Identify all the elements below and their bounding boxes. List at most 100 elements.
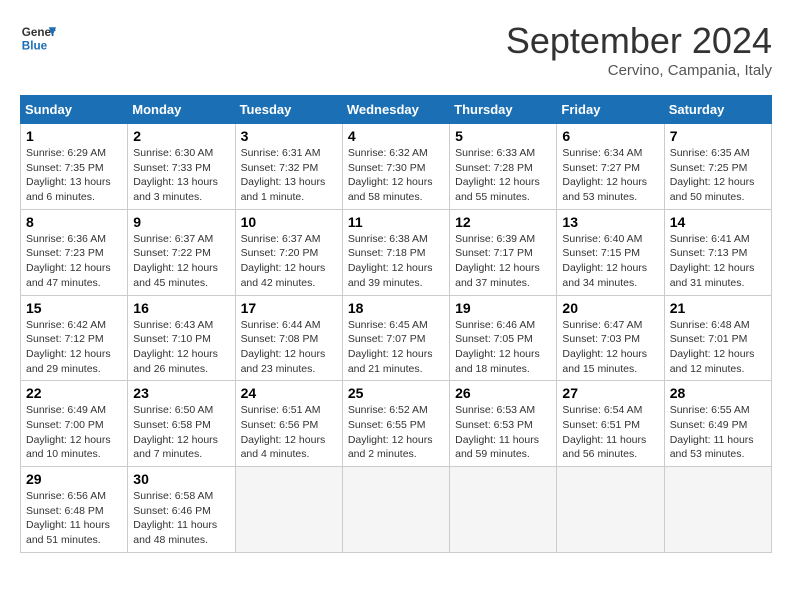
- svg-text:Blue: Blue: [22, 40, 48, 53]
- weekday-header-tuesday: Tuesday: [235, 96, 342, 124]
- day-info: Sunrise: 6:42 AMSunset: 7:12 PMDaylight:…: [26, 318, 122, 377]
- day-number: 5: [455, 128, 551, 144]
- day-info: Sunrise: 6:40 AMSunset: 7:15 PMDaylight:…: [562, 232, 658, 291]
- week-row-3: 15 Sunrise: 6:42 AMSunset: 7:12 PMDayligh…: [21, 295, 772, 381]
- day-number: 15: [26, 300, 122, 316]
- empty-cell: [557, 467, 664, 553]
- day-cell-10: 10Sunrise: 6:37 AMSunset: 7:20 PMDayligh…: [235, 209, 342, 295]
- day-cell-29: 29 Sunrise: 6:56 AMSunset: 6:48 PMDayligh…: [21, 467, 128, 553]
- day-cell-14: 14Sunrise: 6:41 AMSunset: 7:13 PMDayligh…: [664, 209, 771, 295]
- day-info: Sunrise: 6:55 AMSunset: 6:49 PMDaylight:…: [670, 403, 766, 462]
- page-header: General Blue September 2024 Cervino, Cam…: [20, 20, 772, 79]
- day-number: 29: [26, 471, 122, 487]
- week-row-5: 29 Sunrise: 6:56 AMSunset: 6:48 PMDayligh…: [21, 467, 772, 553]
- day-info: Sunrise: 6:53 AMSunset: 6:53 PMDaylight:…: [455, 403, 551, 462]
- day-info: Sunrise: 6:36 AMSunset: 7:23 PMDaylight:…: [26, 232, 122, 291]
- day-number: 19: [455, 300, 551, 316]
- day-info: Sunrise: 6:50 AMSunset: 6:58 PMDaylight:…: [133, 403, 229, 462]
- logo: General Blue: [20, 20, 56, 56]
- day-number: 4: [348, 128, 444, 144]
- day-number: 9: [133, 214, 229, 230]
- month-title: September 2024: [506, 20, 772, 62]
- day-cell-30: 30Sunrise: 6:58 AMSunset: 6:46 PMDayligh…: [128, 467, 235, 553]
- week-row-4: 22 Sunrise: 6:49 AMSunset: 7:00 PMDayligh…: [21, 381, 772, 467]
- empty-cell: [664, 467, 771, 553]
- day-info: Sunrise: 6:56 AMSunset: 6:48 PMDaylight:…: [26, 489, 122, 548]
- day-info: Sunrise: 6:39 AMSunset: 7:17 PMDaylight:…: [455, 232, 551, 291]
- logo-icon: General Blue: [20, 20, 56, 56]
- day-info: Sunrise: 6:51 AMSunset: 6:56 PMDaylight:…: [241, 403, 337, 462]
- day-number: 24: [241, 385, 337, 401]
- day-cell-1: 1Sunrise: 6:29 AMSunset: 7:35 PMDaylight…: [21, 124, 128, 210]
- day-number: 26: [455, 385, 551, 401]
- day-info: Sunrise: 6:37 AMSunset: 7:22 PMDaylight:…: [133, 232, 229, 291]
- day-info: Sunrise: 6:29 AMSunset: 7:35 PMDaylight:…: [26, 146, 122, 205]
- day-cell-5: 5 Sunrise: 6:33 AMSunset: 7:28 PMDaylight…: [450, 124, 557, 210]
- title-block: September 2024 Cervino, Campania, Italy: [506, 20, 772, 79]
- day-number: 6: [562, 128, 658, 144]
- day-cell-27: 27Sunrise: 6:54 AMSunset: 6:51 PMDayligh…: [557, 381, 664, 467]
- day-info: Sunrise: 6:35 AMSunset: 7:25 PMDaylight:…: [670, 146, 766, 205]
- day-info: Sunrise: 6:34 AMSunset: 7:27 PMDaylight:…: [562, 146, 658, 205]
- empty-cell: [342, 467, 449, 553]
- day-cell-3: 3Sunrise: 6:31 AMSunset: 7:32 PMDaylight…: [235, 124, 342, 210]
- day-number: 14: [670, 214, 766, 230]
- day-number: 20: [562, 300, 658, 316]
- weekday-header-thursday: Thursday: [450, 96, 557, 124]
- day-number: 22: [26, 385, 122, 401]
- day-info: Sunrise: 6:44 AMSunset: 7:08 PMDaylight:…: [241, 318, 337, 377]
- weekday-header-saturday: Saturday: [664, 96, 771, 124]
- day-info: Sunrise: 6:46 AMSunset: 7:05 PMDaylight:…: [455, 318, 551, 377]
- day-number: 18: [348, 300, 444, 316]
- day-number: 11: [348, 214, 444, 230]
- location-subtitle: Cervino, Campania, Italy: [506, 62, 772, 79]
- day-info: Sunrise: 6:48 AMSunset: 7:01 PMDaylight:…: [670, 318, 766, 377]
- day-number: 17: [241, 300, 337, 316]
- day-cell-12: 12 Sunrise: 6:39 AMSunset: 7:17 PMDayligh…: [450, 209, 557, 295]
- day-info: Sunrise: 6:38 AMSunset: 7:18 PMDaylight:…: [348, 232, 444, 291]
- day-number: 13: [562, 214, 658, 230]
- day-cell-15: 15 Sunrise: 6:42 AMSunset: 7:12 PMDayligh…: [21, 295, 128, 381]
- day-number: 21: [670, 300, 766, 316]
- day-info: Sunrise: 6:47 AMSunset: 7:03 PMDaylight:…: [562, 318, 658, 377]
- day-info: Sunrise: 6:45 AMSunset: 7:07 PMDaylight:…: [348, 318, 444, 377]
- day-cell-13: 13 Sunrise: 6:40 AMSunset: 7:15 PMDayligh…: [557, 209, 664, 295]
- day-number: 25: [348, 385, 444, 401]
- day-info: Sunrise: 6:37 AMSunset: 7:20 PMDaylight:…: [241, 232, 337, 291]
- weekday-header-sunday: Sunday: [21, 96, 128, 124]
- day-info: Sunrise: 6:58 AMSunset: 6:46 PMDaylight:…: [133, 489, 229, 548]
- empty-cell: [450, 467, 557, 553]
- day-info: Sunrise: 6:43 AMSunset: 7:10 PMDaylight:…: [133, 318, 229, 377]
- calendar-table: SundayMondayTuesdayWednesdayThursdayFrid…: [20, 95, 772, 553]
- day-number: 8: [26, 214, 122, 230]
- day-cell-23: 23Sunrise: 6:50 AMSunset: 6:58 PMDayligh…: [128, 381, 235, 467]
- weekday-header-wednesday: Wednesday: [342, 96, 449, 124]
- day-number: 3: [241, 128, 337, 144]
- day-cell-26: 26 Sunrise: 6:53 AMSunset: 6:53 PMDayligh…: [450, 381, 557, 467]
- weekday-header-monday: Monday: [128, 96, 235, 124]
- day-cell-17: 17 Sunrise: 6:44 AMSunset: 7:08 PMDayligh…: [235, 295, 342, 381]
- day-cell-11: 11 Sunrise: 6:38 AMSunset: 7:18 PMDayligh…: [342, 209, 449, 295]
- day-info: Sunrise: 6:54 AMSunset: 6:51 PMDaylight:…: [562, 403, 658, 462]
- day-cell-2: 2Sunrise: 6:30 AMSunset: 7:33 PMDaylight…: [128, 124, 235, 210]
- empty-cell: [235, 467, 342, 553]
- day-cell-4: 4 Sunrise: 6:32 AMSunset: 7:30 PMDaylight…: [342, 124, 449, 210]
- day-cell-6: 6 Sunrise: 6:34 AMSunset: 7:27 PMDaylight…: [557, 124, 664, 210]
- day-cell-9: 9 Sunrise: 6:37 AMSunset: 7:22 PMDaylight…: [128, 209, 235, 295]
- day-cell-19: 19 Sunrise: 6:46 AMSunset: 7:05 PMDayligh…: [450, 295, 557, 381]
- day-number: 16: [133, 300, 229, 316]
- week-row-2: 8 Sunrise: 6:36 AMSunset: 7:23 PMDaylight…: [21, 209, 772, 295]
- day-cell-16: 16 Sunrise: 6:43 AMSunset: 7:10 PMDayligh…: [128, 295, 235, 381]
- day-info: Sunrise: 6:52 AMSunset: 6:55 PMDaylight:…: [348, 403, 444, 462]
- weekday-header-friday: Friday: [557, 96, 664, 124]
- day-cell-8: 8 Sunrise: 6:36 AMSunset: 7:23 PMDaylight…: [21, 209, 128, 295]
- day-number: 12: [455, 214, 551, 230]
- day-cell-21: 21 Sunrise: 6:48 AMSunset: 7:01 PMDayligh…: [664, 295, 771, 381]
- day-info: Sunrise: 6:49 AMSunset: 7:00 PMDaylight:…: [26, 403, 122, 462]
- day-cell-24: 24 Sunrise: 6:51 AMSunset: 6:56 PMDayligh…: [235, 381, 342, 467]
- day-info: Sunrise: 6:32 AMSunset: 7:30 PMDaylight:…: [348, 146, 444, 205]
- day-info: Sunrise: 6:33 AMSunset: 7:28 PMDaylight:…: [455, 146, 551, 205]
- day-cell-18: 18 Sunrise: 6:45 AMSunset: 7:07 PMDayligh…: [342, 295, 449, 381]
- day-cell-20: 20 Sunrise: 6:47 AMSunset: 7:03 PMDayligh…: [557, 295, 664, 381]
- day-number: 2: [133, 128, 229, 144]
